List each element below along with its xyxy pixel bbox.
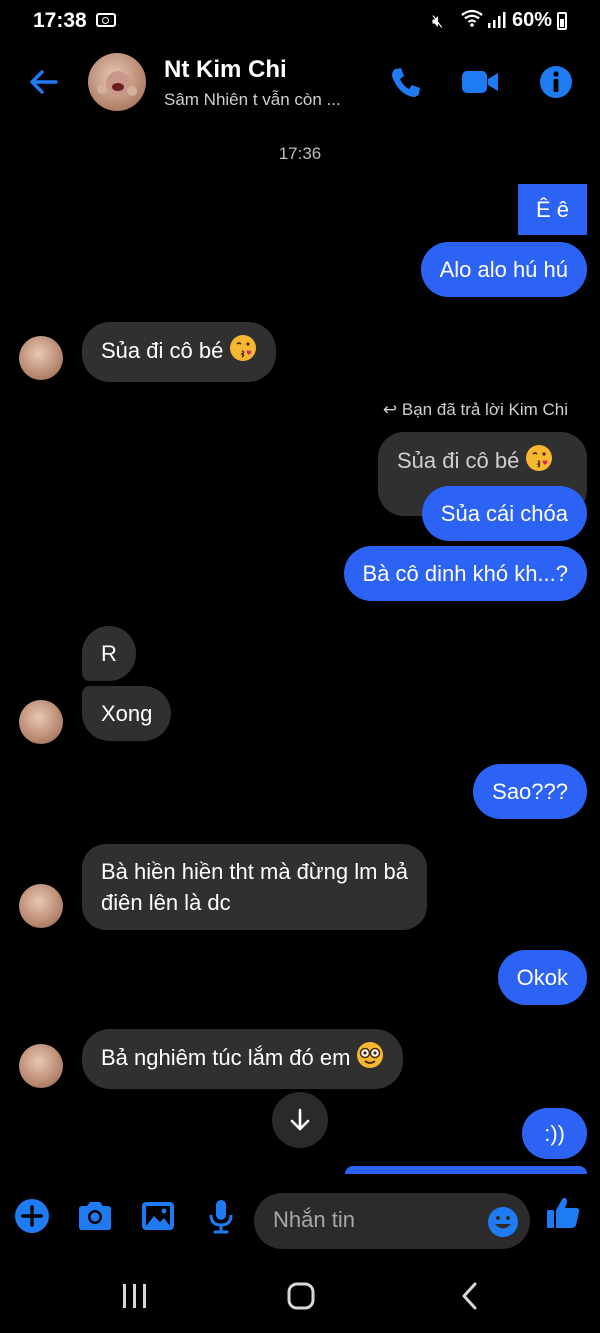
- message-text: Bả nghiêm túc lắm đó em: [101, 1044, 351, 1070]
- battery-icon: [557, 12, 567, 30]
- reply-icon: ↩: [382, 400, 402, 419]
- back-arrow-icon[interactable]: [26, 64, 62, 100]
- message-line: điên lên là dc: [101, 890, 231, 915]
- wifi-icon: [461, 9, 483, 27]
- reply-note-text: Bạn đã trả lời Kim Chi: [401, 400, 568, 419]
- avatar-image: [97, 71, 137, 96]
- message-incoming[interactable]: Bả nghiêm túc lắm đó em: [82, 1029, 404, 1089]
- message-outgoing[interactable]: Ê ê: [517, 184, 587, 235]
- message-incoming[interactable]: R: [82, 626, 136, 681]
- arrow-down-icon: [290, 1108, 310, 1131]
- message-outgoing[interactable]: Alo alo hú hú: [420, 242, 587, 297]
- message-outgoing[interactable]: Okok: [497, 950, 587, 1005]
- contact-status: Sâm Nhiên t vẫn còn ...: [164, 90, 341, 109]
- message-outgoing[interactable]: Sủa cái chóa: [421, 486, 587, 541]
- status-bar: 17:38 🔇︎ 60%: [0, 0, 600, 44]
- plus-icon[interactable]: [12, 1196, 52, 1236]
- image-icon[interactable]: [138, 1196, 178, 1236]
- message-line: Bà hiền hiền tht mà đừng lm bả: [101, 859, 409, 884]
- message-outgoing[interactable]: :)): [522, 1108, 587, 1159]
- contact-avatar-small: [19, 884, 63, 928]
- contact-avatar-small: [19, 700, 63, 744]
- kiss-emoji-icon: [229, 334, 257, 370]
- system-nav-bar: [0, 1262, 600, 1333]
- message-incoming[interactable]: Xong: [82, 686, 172, 741]
- back-nav-icon[interactable]: [457, 1281, 483, 1311]
- contact-avatar-small: [19, 1044, 63, 1088]
- kiss-emoji-icon: [525, 444, 553, 480]
- message-outgoing[interactable]: Bà cô dinh khó kh...?: [343, 546, 587, 601]
- phone-icon[interactable]: [386, 62, 426, 102]
- scroll-down-button[interactable]: [272, 1092, 328, 1148]
- reply-indicator: ↩ Bạn đã trả lời Kim Chi: [383, 400, 568, 420]
- message-text: Sủa đi cô bé: [101, 337, 224, 363]
- recent-apps-icon[interactable]: [120, 1282, 150, 1310]
- status-time: 17:38: [33, 9, 87, 32]
- home-icon[interactable]: [286, 1281, 316, 1311]
- message-incoming[interactable]: Bà hiền hiền tht mà đừng lm bả điên lên …: [82, 844, 428, 930]
- battery-level: 60%: [512, 9, 553, 31]
- message-input-placeholder: Nhắn tin: [273, 1207, 355, 1232]
- screenshot-icon: [96, 13, 116, 27]
- contact-avatar[interactable]: [88, 53, 146, 111]
- microphone-icon[interactable]: [201, 1196, 241, 1236]
- nerd-emoji-icon: [356, 1041, 384, 1077]
- camera-icon[interactable]: [75, 1196, 115, 1236]
- video-icon[interactable]: [460, 62, 500, 102]
- message-outgoing[interactable]: Sao???: [473, 764, 587, 819]
- contact-avatar-small: [19, 336, 63, 380]
- quoted-text: Sủa đi cô bé: [397, 447, 520, 473]
- conversation-timestamp: 17:36: [278, 144, 322, 163]
- like-icon[interactable]: [544, 1193, 584, 1233]
- mute-icon: 🔇︎: [432, 11, 444, 31]
- info-icon[interactable]: [536, 62, 576, 102]
- contact-name[interactable]: Nt Kim Chi: [164, 56, 287, 84]
- message-incoming[interactable]: Sủa đi cô bé: [82, 322, 277, 382]
- emoji-icon[interactable]: [486, 1205, 520, 1239]
- signal-icon: [488, 12, 506, 28]
- message-outgoing-partial: [345, 1166, 587, 1174]
